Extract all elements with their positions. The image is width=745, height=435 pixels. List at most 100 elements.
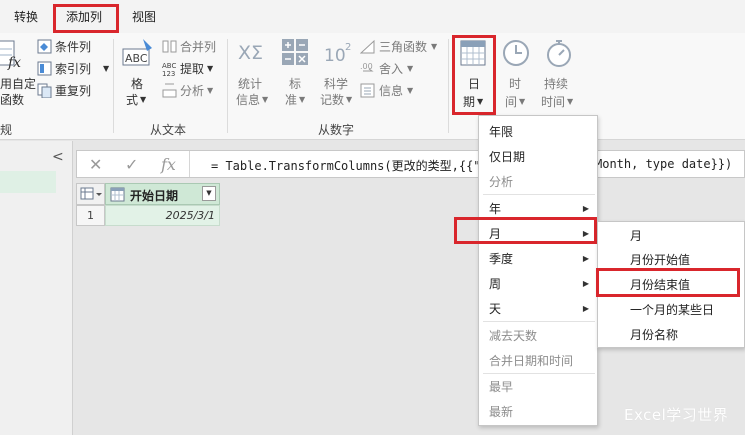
custom-function-button[interactable]: fx <box>0 37 30 75</box>
menu-item-quarter[interactable]: 季度 <box>489 250 513 267</box>
menu-item-earliest: 最早 <box>489 380 514 394</box>
duplicate-column-button[interactable]: 重复列 <box>37 83 117 99</box>
fx-icon[interactable]: fx <box>161 155 176 174</box>
scientific-label-2: 记数 <box>320 93 345 107</box>
table-menu-button[interactable] <box>76 183 105 205</box>
column-header-label: 开始日期 <box>130 189 179 203</box>
submenu-item-month-name[interactable]: 月份名称 <box>630 326 678 343</box>
statistics-dropdown-icon[interactable]: ▼ <box>262 93 268 107</box>
submenu-item-days-in-month[interactable]: 一个月的某些日 <box>630 301 714 318</box>
rounding-button[interactable]: .00 舍入 ▼ <box>360 61 446 77</box>
extract-button[interactable]: ABC 123 提取 ▼ <box>162 61 222 77</box>
menu-separator <box>483 321 595 322</box>
formula-bar: ✕ ✓ fx = Table.TransformColumns(更改的类型,{{… <box>76 150 745 178</box>
custom-function-label-1: 用自定 <box>0 77 37 91</box>
duration-dropdown-icon[interactable]: ▼ <box>567 95 573 109</box>
information-label: 信息 <box>379 84 404 98</box>
tab-transform[interactable]: 转换 <box>14 8 38 25</box>
standard-icon <box>282 39 308 65</box>
duplicate-column-icon <box>37 83 52 98</box>
selected-query-item[interactable] <box>0 171 56 193</box>
statistics-label-1: 统计 <box>238 77 263 91</box>
group-label-general: 规 <box>0 123 13 137</box>
standard-dropdown-icon[interactable]: ▼ <box>299 93 305 107</box>
submenu-item-start-of-month[interactable]: 月份开始值 <box>630 251 690 268</box>
rounding-dropdown-icon[interactable]: ▼ <box>407 62 413 76</box>
calendar-type-icon <box>110 187 125 202</box>
chevron-right-icon: ▶ <box>582 304 589 313</box>
duration-button[interactable]: 持续 时间 ▼ <box>541 39 581 113</box>
merge-columns-label: 合并列 <box>180 40 217 54</box>
extract-icon-digits: 123 <box>162 70 175 77</box>
scientific-icon: 10 2 <box>324 42 351 66</box>
rounding-label: 舍入 <box>379 62 404 76</box>
statistics-button[interactable]: XΣ <box>236 37 268 69</box>
rounding-icon: .00 <box>360 62 374 72</box>
row-number: 1 <box>76 205 105 226</box>
menu-item-subtract-days: 减去天数 <box>489 329 538 343</box>
statistics-label-2: 信息 <box>236 93 261 107</box>
time-button[interactable]: 时 间 ▼ <box>502 39 532 113</box>
trig-dropdown-icon[interactable]: ▼ <box>431 40 437 54</box>
tab-view[interactable]: 视图 <box>132 8 156 25</box>
index-column-label: 索引列 <box>55 62 92 76</box>
information-button[interactable]: 信息 ▼ <box>360 83 446 99</box>
menu-item-month-highlight <box>454 217 597 244</box>
menu-item-year[interactable]: 年 <box>489 200 501 217</box>
formula-input-tail: Month, type date}}) <box>595 157 733 171</box>
cancel-formula-icon[interactable]: ✕ <box>89 155 102 174</box>
scientific-button[interactable]: 10 2 <box>322 39 356 69</box>
trig-button[interactable]: 三角函数 ▼ <box>360 39 446 55</box>
merge-columns-button[interactable]: 合并列 <box>162 39 222 55</box>
information-icon <box>360 83 375 98</box>
conditional-column-button[interactable]: 条件列 <box>37 39 117 55</box>
ribbon-separator <box>227 39 228 133</box>
column-header[interactable]: 开始日期 ▼ <box>105 183 220 205</box>
date-dropdown-menu: 年限 仅日期 分析 年 ▶ 月 ▶ 季度 ▶ 周 ▶ 天 ▶ 减去天数 合并日期… <box>478 115 598 426</box>
menu-separator <box>483 194 595 195</box>
submenu-item-end-of-month-highlight <box>596 268 740 297</box>
menu-item-combine-date-time: 合并日期和时间 <box>489 354 574 368</box>
menu-separator <box>483 373 595 374</box>
duration-label-1: 持续 <box>544 77 569 91</box>
menu-item-latest: 最新 <box>489 405 514 419</box>
formula-input[interactable]: = Table.TransformColumns(更改的类型,{{"开 <box>211 157 499 174</box>
standard-button[interactable] <box>282 39 310 67</box>
menu-item-date-only[interactable]: 仅日期 <box>489 148 525 165</box>
time-label-2: 间 <box>505 95 518 109</box>
menu-item-age[interactable]: 年限 <box>489 123 513 140</box>
scientific-dropdown-icon[interactable]: ▼ <box>346 93 352 107</box>
menu-item-day[interactable]: 天 <box>489 300 501 317</box>
parse-dropdown-icon[interactable]: ▼ <box>207 84 213 98</box>
duplicate-column-label: 重复列 <box>55 84 92 98</box>
collapse-panel-icon[interactable]: < <box>52 149 64 165</box>
statistics-icon-text: XΣ <box>238 42 263 64</box>
index-column-button[interactable]: 索引列 ▼ <box>37 61 117 77</box>
extract-dropdown-icon[interactable]: ▼ <box>207 62 213 76</box>
format-button[interactable]: ABC <box>121 37 155 71</box>
menu-item-week[interactable]: 周 <box>489 275 501 292</box>
clock-icon <box>503 40 529 66</box>
scientific-icon-exp: 2 <box>345 42 351 53</box>
format-label-2: 式 <box>126 93 139 107</box>
trig-label: 三角函数 <box>379 40 428 54</box>
time-dropdown-icon[interactable]: ▼ <box>519 95 525 109</box>
format-dropdown-icon[interactable]: ▼ <box>140 93 146 107</box>
stopwatch-icon <box>547 40 571 67</box>
confirm-formula-icon[interactable]: ✓ <box>125 155 138 174</box>
format-label-1: 格 <box>131 77 144 91</box>
table-cell[interactable]: 2025/3/1 <box>105 205 220 226</box>
index-column-icon <box>37 61 52 76</box>
submenu-item-month[interactable]: 月 <box>630 227 642 244</box>
index-column-dropdown-icon[interactable]: ▼ <box>103 62 109 76</box>
column-filter-icon[interactable]: ▼ <box>202 186 216 201</box>
menu-item-parse: 分析 <box>489 175 514 189</box>
statistics-icon: XΣ <box>238 42 263 64</box>
custom-function-icon: fx <box>0 40 21 71</box>
format-icon-text: ABC <box>125 52 148 65</box>
information-dropdown-icon[interactable]: ▼ <box>407 84 413 98</box>
triangle-icon <box>360 39 375 54</box>
extract-icon-abc: ABC <box>162 62 176 70</box>
extract-label: 提取 <box>180 62 205 76</box>
parse-button[interactable]: 分析 ▼ <box>162 83 222 99</box>
